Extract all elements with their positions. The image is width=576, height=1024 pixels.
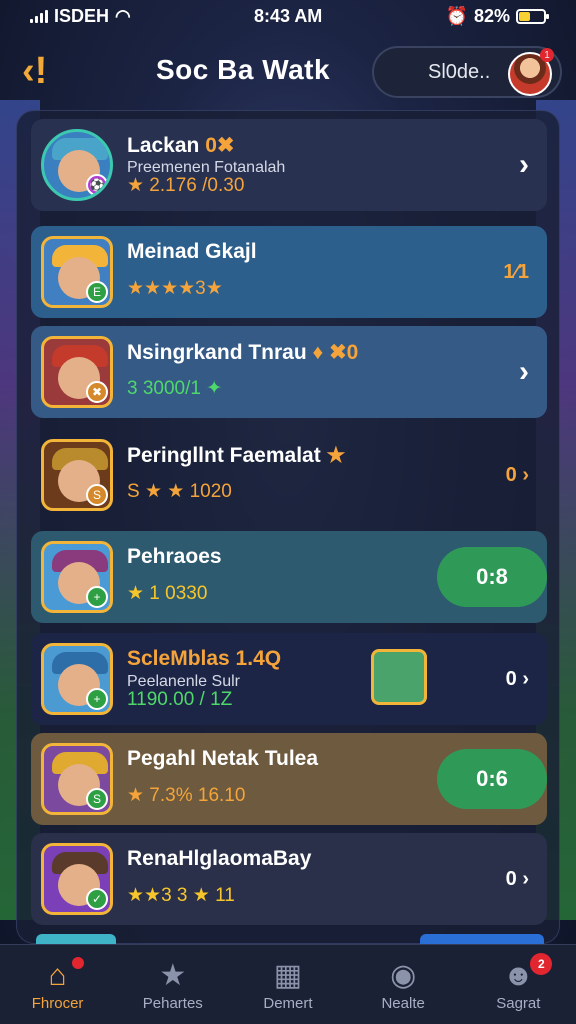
player-stat: ★ 2.176 /0.30 [127,175,245,196]
nav-item-nealte[interactable]: ◉ Nealte [353,957,453,1013]
name-badge: 0✖ [199,134,235,157]
profile-icon: ☻ [502,958,535,992]
player-card[interactable]: ⚽ Lackan 0✖ Preemenen Fotanalah ★ 2.176 /0.… [31,119,547,211]
player-stat: 1190.00 / 1Z [127,689,233,710]
page-title: Soc Ba Watk [156,54,331,85]
bottom-navigation: ⌂ Fhrocer ★ Pehartes ▦ Demert ◉ Nealte ☻ Sagrat 2 [0,944,576,1024]
back-button[interactable]: ‹! [22,50,47,93]
team-badge-icon: + [86,586,108,608]
battery-icon [515,8,549,24]
home-icon: ⌂ [48,958,67,992]
player-card[interactable]: + Pehraoes ★ 1 0330 0:8 [31,531,547,623]
status-left: ISDEH ◠ [30,6,131,27]
battery-fill [518,11,530,21]
chevron-right-icon[interactable]: 0 › [506,833,529,925]
notification-badge: 1 [540,48,554,62]
player-avatar: E [41,236,113,308]
player-avatar: ✓ [41,843,113,915]
clock: 8:43 AM [253,5,323,26]
team-badge-icon: + [86,688,108,710]
player-name-text: RenaHlglaomaBay [127,847,312,870]
player-name-text: Pegahl Netak Tulea [127,747,319,770]
team-badge-icon: S [86,788,108,810]
player-card[interactable]: + ScleMblas 1.4Q Peelanenle Sulr 1190.00 / … [31,633,547,725]
notification-count-badge: 2 [530,952,553,975]
profile-button[interactable]: Sl0de.. 1 [372,46,562,98]
player-stat: ★ 7.3% 16.10 [127,785,246,806]
player-avatar: ⚽ [41,129,113,201]
player-name: RenaHlglaomaBay [127,847,311,871]
status-right: ⏰ 82% [445,5,549,27]
player-name: Nsingrkand Tnrau ♦ ✖0 [127,340,358,365]
app-header: ‹! Soc Ba Watk Sl0de.. 1 [0,40,576,104]
chevron-right-icon[interactable]: › [519,326,529,418]
player-avatar: + [41,541,113,613]
name-badge: 1.4Q [229,647,282,670]
score-button[interactable]: 0:8 [437,547,547,607]
player-avatar: + [41,643,113,715]
player-name-text: ScleMblas [127,647,230,670]
player-name: Lackan 0✖ [127,133,234,158]
team-badge-icon: ⚽ [86,174,108,196]
item-thumbnail [371,649,427,705]
notification-dot [71,956,84,969]
nav-item-fhrocer[interactable]: ⌂ Fhrocer [8,956,108,1013]
player-name-text: Lackan [127,134,200,157]
player-name: Pegahl Netak Tulea [127,747,318,771]
player-list-panel: ⚽ Lackan 0✖ Preemenen Fotanalah ★ 2.176 /0.… [16,110,560,944]
player-name: ScleMblas 1.4Q [127,647,281,671]
team-badge-icon: ✖ [86,381,108,403]
player-name-text: Meinad Gkajl [127,240,257,263]
player-name-text: Pehraoes [127,545,222,568]
wifi-icon: ◠ [115,5,131,26]
player-card[interactable]: E Meinad Gkajl ★★★★3★ 1⁄1 [31,226,547,318]
nav-label: Fhrocer [31,994,84,1012]
nav-label: Demert [263,994,313,1012]
nav-item-demert[interactable]: ▦ Demert [238,957,338,1013]
player-card[interactable]: S Pegahl Netak Tulea ★ 7.3% 16.10 0:6 [31,733,547,825]
chevron-right-icon[interactable]: 0 › [506,633,529,725]
partial-list-item [36,934,116,944]
player-card[interactable]: ✖ Nsingrkand Tnrau ♦ ✖0 3 3000/1 ✦ › [31,326,547,418]
name-badge: ★ [320,444,346,467]
player-name-text: Nsingrkand Tnrau [127,341,307,364]
name-badge: ♦ ✖0 [306,341,359,364]
ball-icon: ◉ [390,958,417,992]
battery-percent: 82% [473,5,510,26]
status-bar: ISDEH ◠ 8:43 AM ⏰ 82% [0,0,576,32]
player-avatar: ✖ [41,336,113,408]
player-avatar: S [41,743,113,815]
signal-icon [30,9,48,23]
nav-label: Sagrat [496,994,541,1012]
calculator-icon: ▦ [273,958,303,992]
team-badge-icon: ✓ [86,888,108,910]
alarm-icon: ⏰ [445,5,468,26]
nav-label: Pehartes [142,994,203,1012]
player-name-text: Peringllnt Faemalat [127,444,321,467]
nav-item-sagrat[interactable]: ☻ Sagrat 2 [468,952,568,1013]
nav-item-pehartes[interactable]: ★ Pehartes [123,957,223,1013]
player-avatar: S [41,439,113,511]
score-label[interactable]: 1⁄1 [503,226,529,318]
player-name: Pehraoes [127,545,222,569]
player-card[interactable]: S Peringllnt Faemalat ★ S ★ ★ 1020 0 › [31,429,547,521]
player-card[interactable]: ✓ RenaHlglaomaBay ★★3 3 ★ 11 0 › [31,833,547,925]
star-icon: ★ [159,958,187,992]
player-stat: S ★ ★ 1020 [127,481,232,502]
player-name: Meinad Gkajl [127,240,257,264]
player-stat: ★ 1 0330 [127,583,208,604]
partial-action-button [420,934,544,944]
nav-label: Nealte [381,994,425,1012]
team-badge-icon: E [86,281,108,303]
profile-label: Sl0de.. [428,60,491,83]
player-stat: 3 3000/1 ✦ [127,378,223,399]
player-stat: ★★★★3★ [127,278,223,299]
player-stat: ★★3 3 ★ 11 [127,885,235,906]
team-badge-icon: S [86,484,108,506]
chevron-right-icon[interactable]: › [519,119,529,211]
carrier-label: ISDEH [54,5,110,26]
player-name: Peringllnt Faemalat ★ [127,443,345,468]
chevron-right-icon[interactable]: 0 › [506,429,529,521]
score-button[interactable]: 0:6 [437,749,547,809]
